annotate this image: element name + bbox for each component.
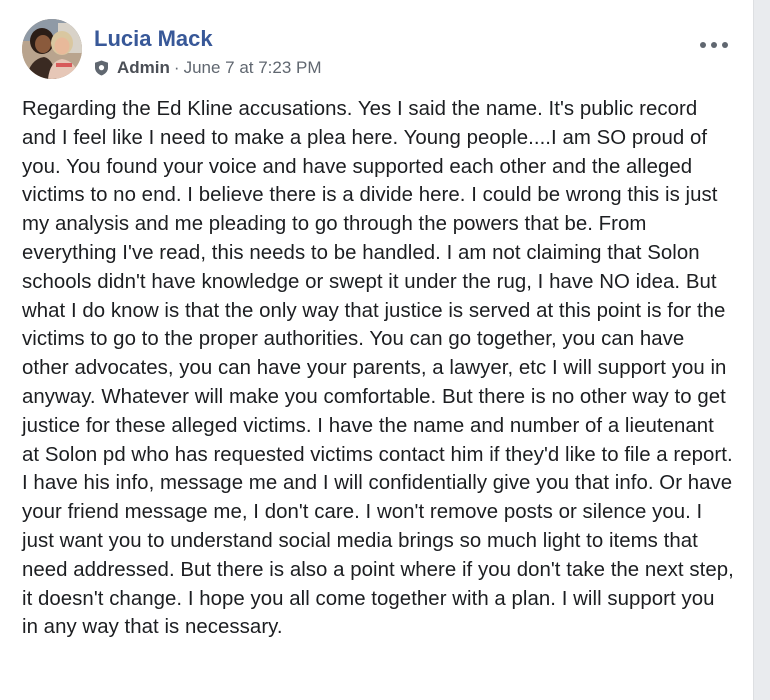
- post-text: Regarding the Ed Kline accusations. Yes …: [22, 98, 734, 639]
- author-name[interactable]: Lucia Mack: [94, 26, 213, 52]
- post-meta: Admin · June 7 at 7:23 PM: [94, 57, 322, 79]
- post-header: Lucia Mack Admin · June 7 at 7:23 PM: [22, 19, 742, 83]
- post-card: Lucia Mack Admin · June 7 at 7:23 PM Reg…: [0, 0, 754, 700]
- profile-photo-icon: [22, 19, 82, 79]
- post-timestamp[interactable]: June 7 at 7:23 PM: [184, 58, 322, 78]
- post-body: Regarding the Ed Kline accusations. Yes …: [22, 95, 734, 642]
- more-options-icon: [722, 42, 728, 48]
- shield-icon: [94, 60, 109, 76]
- admin-badge-label: Admin: [117, 58, 170, 77]
- meta-separator: ·: [173, 58, 180, 77]
- more-options-icon: [700, 42, 706, 48]
- more-options-icon: [711, 42, 717, 48]
- avatar[interactable]: [22, 19, 82, 79]
- more-options-button[interactable]: [700, 35, 728, 55]
